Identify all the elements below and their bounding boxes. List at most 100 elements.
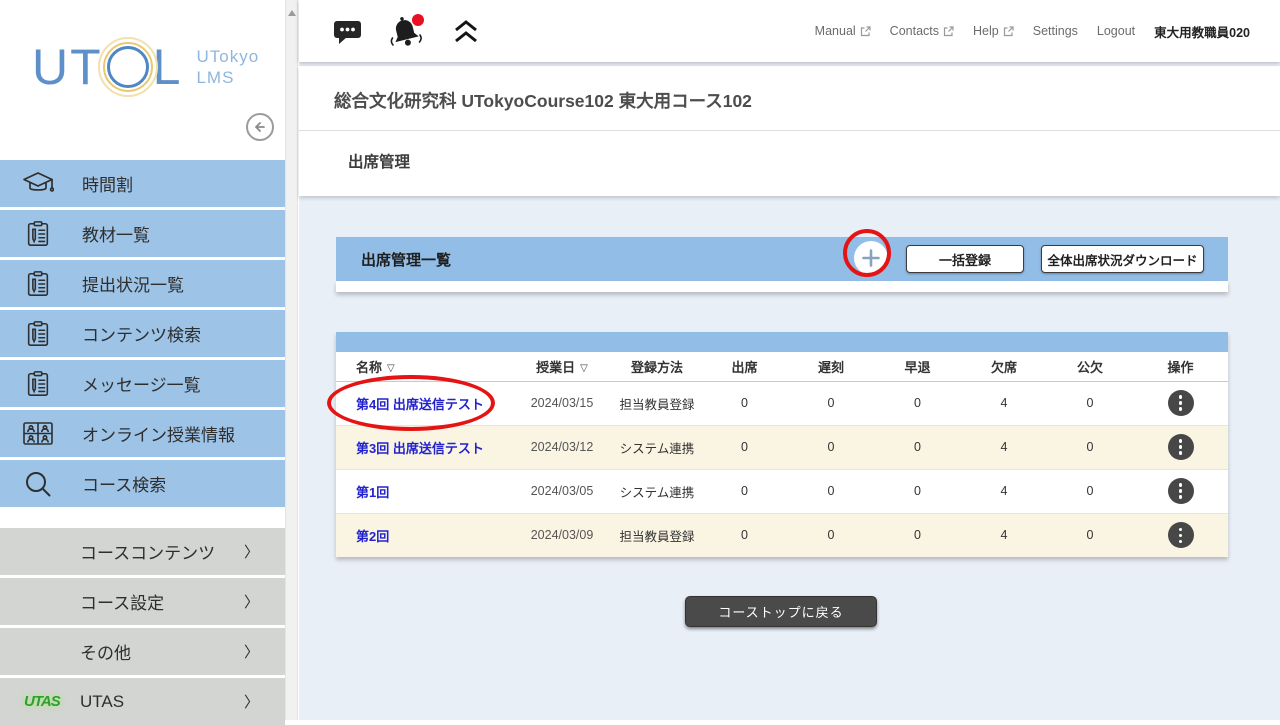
column-header-absent: 欠席: [961, 352, 1047, 381]
sidebar-item-label: オンライン授業情報: [82, 421, 235, 446]
sidebar-item-label: メッセージ一覧: [82, 371, 201, 396]
table-row: 第4回 出席送信テスト 2024/03/15 担当教員登録 0 0 0 4 0: [336, 381, 1228, 425]
excused-count: 0: [1047, 513, 1133, 557]
early-leave-count: 0: [874, 425, 961, 469]
attendance-item-link[interactable]: 第4回 出席送信テスト: [356, 397, 484, 412]
clipboard-list-icon: [21, 270, 55, 298]
clipboard-list-icon: [21, 370, 55, 398]
sidebar-item-label: UTAS: [80, 692, 124, 712]
register-method: 担当教員登録: [613, 381, 701, 425]
sidebar-item-others[interactable]: その他 〉: [0, 628, 285, 675]
external-link-icon: [1003, 26, 1014, 37]
logo-letters-ut: UT: [32, 38, 103, 96]
sidebar-item-timetable[interactable]: 時間割: [0, 160, 285, 207]
early-leave-count: 0: [874, 381, 961, 425]
logo-sub-utokyo: UTokyo: [196, 46, 259, 67]
present-count: 0: [701, 469, 788, 513]
column-header-present: 出席: [701, 352, 788, 381]
online-class-icon: [21, 421, 55, 447]
class-date: 2024/03/12: [511, 425, 613, 469]
nav-logout-link[interactable]: Logout: [1097, 24, 1135, 38]
attendance-item-link[interactable]: 第1回: [356, 485, 389, 500]
nav-help-link[interactable]: Help: [973, 24, 1014, 38]
chevron-right-icon: 〉: [244, 591, 259, 612]
chat-button[interactable]: [333, 18, 362, 45]
sidebar-item-label: コース設定: [80, 589, 164, 614]
register-method: システム連携: [613, 469, 701, 513]
chat-bubble-icon: [333, 18, 362, 45]
add-attendance-button[interactable]: [854, 241, 888, 275]
sidebar-scrollbar[interactable]: [285, 0, 298, 720]
download-attendance-button[interactable]: 全体出席状況ダウンロード: [1041, 245, 1204, 273]
row-actions-kebab-button[interactable]: [1168, 522, 1194, 548]
attendance-panel-header: 出席管理一覧 一括登録 全体出席状況ダウンロード: [336, 237, 1228, 281]
sidebar-section-gap: [0, 510, 285, 528]
present-count: 0: [701, 425, 788, 469]
column-header-late: 遅刻: [788, 352, 874, 381]
sidebar-item-course-search[interactable]: コース検索: [0, 460, 285, 507]
table-row: 第1回 2024/03/05 システム連携 0 0 0 4 0: [336, 469, 1228, 513]
table-row: 第3回 出席送信テスト 2024/03/12 システム連携 0 0 0 4 0: [336, 425, 1228, 469]
user-name: 東大用教職員020: [1154, 22, 1250, 41]
search-icon: [21, 469, 55, 499]
late-count: 0: [788, 469, 874, 513]
panel-body: [336, 281, 1228, 292]
row-actions-kebab-button[interactable]: [1168, 434, 1194, 460]
class-date: 2024/03/09: [511, 513, 613, 557]
excused-count: 0: [1047, 425, 1133, 469]
sidebar-item-utas[interactable]: UTAS UTAS 〉: [0, 678, 285, 725]
absent-count: 4: [961, 469, 1047, 513]
collapse-topbar-button[interactable]: [452, 18, 480, 45]
external-link-icon: [943, 26, 954, 37]
utol-logo: UT L UTokyo LMS: [32, 38, 259, 96]
arrow-left-icon: [252, 119, 268, 135]
column-header-date[interactable]: 授業日▽: [511, 352, 613, 381]
column-header-name[interactable]: 名称▽: [336, 352, 511, 381]
course-title: 総合文化研究科 UTokyoCourse102 東大用コース102: [299, 66, 1280, 113]
sidebar-item-course-settings[interactable]: コース設定 〉: [0, 578, 285, 625]
sidebar-item-materials[interactable]: 教材一覧: [0, 210, 285, 257]
sidebar-item-label: コースコンテンツ: [80, 539, 215, 564]
bell-icon: [388, 13, 426, 50]
back-to-course-top-button[interactable]: コーストップに戻る: [685, 596, 877, 627]
main-content: Manual Contacts Help: [299, 0, 1280, 720]
attendance-item-link[interactable]: 第3回 出席送信テスト: [356, 441, 484, 456]
plus-icon: [862, 249, 880, 267]
notifications-button[interactable]: [388, 13, 426, 50]
attendance-item-link[interactable]: 第2回: [356, 529, 389, 544]
topbar: Manual Contacts Help: [299, 0, 1280, 62]
class-date: 2024/03/05: [511, 469, 613, 513]
utas-logo-icon: UTAS: [24, 693, 60, 710]
absent-count: 4: [961, 513, 1047, 557]
absent-count: 4: [961, 381, 1047, 425]
sort-icon: ▽: [580, 363, 588, 374]
attendance-table: 名称▽ 授業日▽ 登録方法 出席 遅刻 早退 欠席 公欠 操作 第4回 出席送信…: [336, 352, 1228, 557]
sidebar-item-online-class[interactable]: オンライン授業情報: [0, 410, 285, 457]
sidebar-item-submissions[interactable]: 提出状況一覧: [0, 260, 285, 307]
sidebar-item-label: 教材一覧: [82, 221, 150, 246]
scroll-up-arrow-icon[interactable]: [288, 10, 296, 16]
class-date: 2024/03/15: [511, 381, 613, 425]
sidebar-item-course-contents[interactable]: コースコンテンツ 〉: [0, 528, 285, 575]
clipboard-list-icon: [21, 320, 55, 348]
sidebar-item-messages[interactable]: メッセージ一覧: [0, 360, 285, 407]
row-actions-kebab-button[interactable]: [1168, 478, 1194, 504]
chevron-right-icon: 〉: [244, 541, 259, 562]
nav-manual-link[interactable]: Manual: [815, 24, 871, 38]
table-top-bar: [336, 332, 1228, 352]
logo-sub-lms: LMS: [196, 67, 259, 88]
excused-count: 0: [1047, 381, 1133, 425]
row-actions-kebab-button[interactable]: [1168, 390, 1194, 416]
sidebar-collapse-button[interactable]: [246, 113, 274, 141]
logo-ring-o-icon: [107, 46, 149, 88]
early-leave-count: 0: [874, 469, 961, 513]
present-count: 0: [701, 513, 788, 557]
bulk-register-button[interactable]: 一括登録: [906, 245, 1024, 273]
sidebar-item-label: コンテンツ検索: [82, 321, 201, 346]
late-count: 0: [788, 425, 874, 469]
sort-icon: ▽: [387, 363, 395, 374]
sidebar: UT L UTokyo LMS 時間割: [0, 0, 285, 720]
sidebar-item-content-search[interactable]: コンテンツ検索: [0, 310, 285, 357]
nav-contacts-link[interactable]: Contacts: [890, 24, 954, 38]
nav-settings-link[interactable]: Settings: [1033, 24, 1078, 38]
